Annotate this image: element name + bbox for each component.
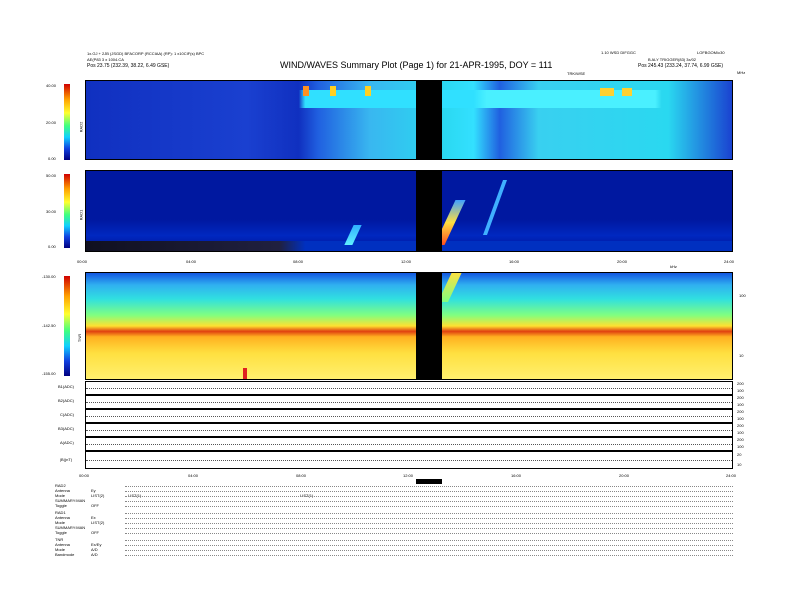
header-left-line2: AE(P83 3 x 1004.CA [87,57,124,62]
time-tick-bottom-2: 08:00 [296,473,307,478]
rad1-tick-mid: 30.00 [46,209,57,214]
header-left-line1: 1x.GJ + 2JB (JSGD) BFACORP (RCCIAA) (RP)… [87,51,205,56]
rad1-label: RAD1 [78,209,84,221]
info-dotline [125,540,733,541]
mhz-label: MHz [737,70,746,75]
trace-b1 [85,381,733,395]
info-dotline [125,555,733,556]
trace-label-c: C(ADC) [60,412,74,417]
tnr-tick-top: -130.00 [42,274,56,279]
trace-label-b3: B3(ADC) [58,426,75,431]
info-rad2-toggle: Toggle [55,503,67,508]
trace-right-a-lo: 100 [737,444,744,449]
time-tick-bottom-6: 24:00 [726,473,737,478]
trace-right-b3-hi: 200 [737,423,744,428]
time-tick-bottom-5: 20:00 [619,473,630,478]
header-right-position: Pos 245.43 (233.24, 37.74, 6.99 GSE) [638,63,724,69]
trace-right-c-lo: 100 [737,416,744,421]
info-dotline [125,533,733,534]
tnr-colorbar [64,276,70,376]
tnr-tick-mid: -142.50 [42,323,56,328]
trace-b3 [85,423,733,437]
trace-b2 [85,395,733,409]
trace-right-b-lo: 10 [737,462,742,467]
plot-title: WIND/WAVES Summary Plot (Page 1) for 21-… [280,60,553,70]
header-right-line3: B ALY TRIGGER(83) 3x/02 [648,57,697,62]
info-rad2-mode-val: LIST(2) [91,493,105,498]
time-tick-top-1: 04:00 [186,259,197,264]
header-right-line2: LOFBGOM/c30 [697,50,725,55]
trace-b [85,451,733,469]
tnr-right-tick-10: 10 [739,353,744,358]
rad1-frame [85,170,733,252]
info-dotline [125,491,733,492]
info-tnr-bandmode: Bandmode [55,552,75,557]
rad1-colorbar [64,174,70,248]
time-tick-bottom-3: 12:00 [403,473,414,478]
info-dotline [125,518,733,519]
trace-right-b2-lo: 100 [737,402,744,407]
trace-a [85,437,733,451]
rad2-tick-top: 40.00 [46,83,57,88]
rad1-tick-bottom: 0.00 [48,244,56,249]
time-tick-top-2: 08:00 [293,259,304,264]
tnr-frame [85,272,733,380]
info-rad2-toggle-val: OFF [91,503,99,508]
header-right-line1: 1.10 WSD DIFGGC [601,50,636,55]
info-rad1-toggle: Toggle [55,530,67,535]
trace-label-b1: B1(ADC) [58,384,75,389]
rad2-tick-bottom: 0.00 [48,156,56,161]
info-dotline [125,528,733,529]
tnr-tick-bottom: -155.00 [42,371,56,376]
trace-right-b-hi: 20 [737,452,742,457]
tnr-label: TNR [77,333,83,343]
time-tick-bottom-4: 16:00 [511,473,522,478]
rad2-frame [85,80,733,160]
trace-right-b1-lo: 100 [737,388,744,393]
time-tick-bottom-0: 00:00 [79,473,90,478]
info-dotline [125,501,733,502]
data-gap-marker [416,479,442,484]
time-tick-top-3: 12:00 [401,259,412,264]
info-dotline [125,496,733,497]
info-rad1-mode-val: LIST(2) [91,520,105,525]
tr-label: TRK/WSE [567,71,586,76]
trace-right-b2-hi: 200 [737,395,744,400]
info-dotline [125,513,733,514]
info-dotline [125,506,733,507]
trace-label-b: |B|(nT) [60,457,73,462]
tnr-right-tick-100: 100 [739,293,746,298]
rad2-tick-mid: 20.00 [46,120,57,125]
time-tick-top-6: 24:00 [724,259,735,264]
info-dotline [125,486,733,487]
header-left-position: Pos 23.75 (232.39, 38.22, 6.49 GSE) [87,63,170,69]
time-tick-top-0: 00:00 [77,259,88,264]
rad2-label: RAD2 [78,121,84,133]
time-tick-top-5: 20:00 [617,259,628,264]
rad1-tick-top: 50.00 [46,173,57,178]
rad2-colorbar [64,84,70,160]
info-rad1-toggle-val: OFF [91,530,99,535]
info-dotline [125,545,733,546]
tnr-right-label: kHz [670,264,677,269]
info-dotline [125,550,733,551]
trace-right-b3-lo: 100 [737,430,744,435]
time-tick-bottom-1: 04:00 [188,473,199,478]
trace-right-c-hi: 200 [737,409,744,414]
info-tnr-bandmode-val: A/D [91,552,98,557]
info-dotline [125,523,733,524]
time-tick-top-4: 16:00 [509,259,520,264]
trace-right-b1-hi: 200 [737,381,744,386]
trace-label-a: A(ADC) [60,440,74,445]
trace-right-a-hi: 200 [737,437,744,442]
trace-c [85,409,733,423]
trace-label-b2: B2(ADC) [58,398,75,403]
